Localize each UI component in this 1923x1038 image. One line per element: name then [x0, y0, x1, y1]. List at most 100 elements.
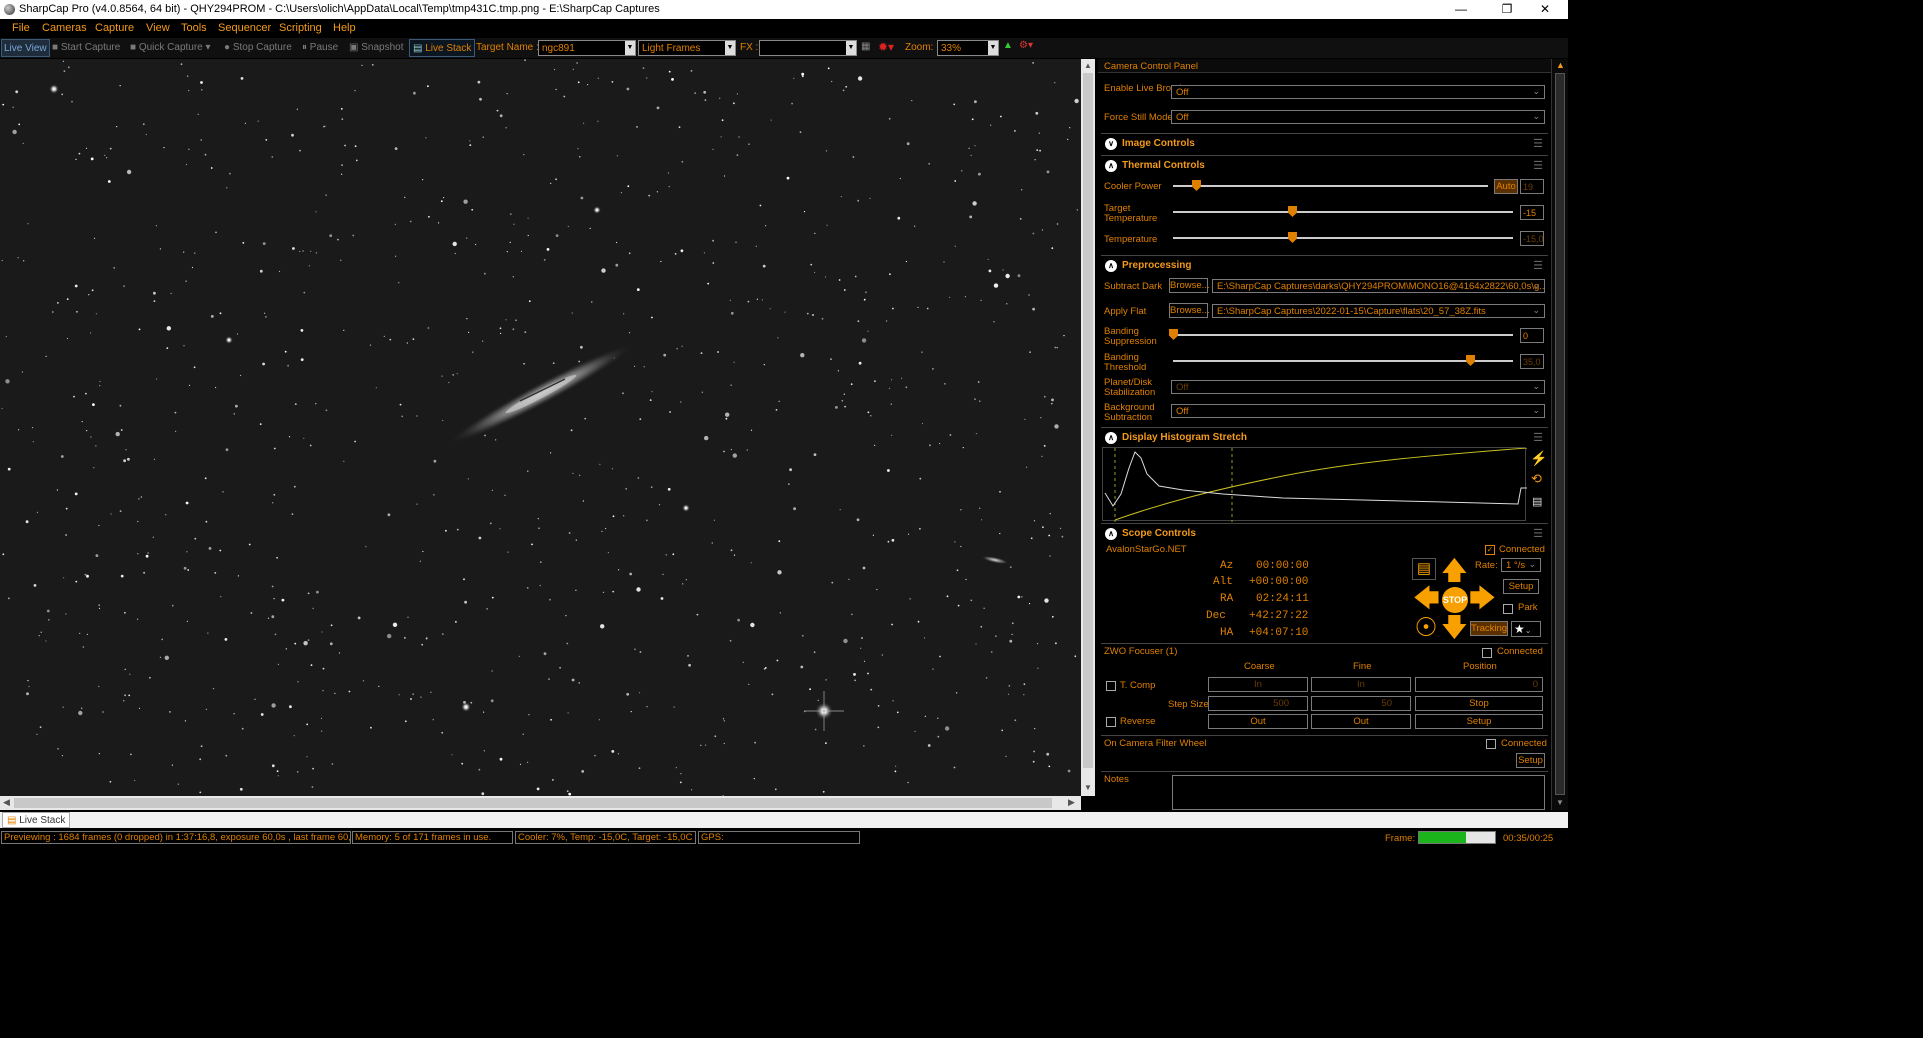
start-capture-button[interactable]: ■ Start Capture [52, 42, 120, 53]
collapse-icon[interactable]: ∧ [1105, 260, 1117, 272]
filter-wheel-setup-button[interactable]: Setup [1516, 753, 1545, 768]
camera-image[interactable] [0, 59, 1081, 796]
grid-icon[interactable]: ▦ [861, 41, 870, 52]
enable-live-broadcast-select[interactable]: Off ⌄ [1171, 85, 1545, 99]
menu-cameras[interactable]: Cameras [42, 22, 87, 34]
focuser-setup-button[interactable]: Setup [1415, 714, 1543, 729]
live-view-button[interactable]: Live View [1, 39, 50, 57]
menu-capture[interactable]: Capture [95, 22, 134, 34]
scope-connected-checkbox[interactable]: ✓ [1485, 545, 1495, 555]
fx-select[interactable]: ▼ [759, 40, 857, 56]
slider-thumb[interactable] [1169, 329, 1178, 340]
fine-out-button[interactable]: Out [1311, 714, 1411, 729]
lightning-icon[interactable]: ⚡ [1530, 450, 1547, 467]
background-subtraction-select[interactable]: Off ⌄ [1171, 404, 1545, 418]
close-button[interactable]: ✕ [1522, 0, 1568, 19]
snapshot-button[interactable]: ▣ Snapshot [349, 42, 404, 53]
cooler-auto-button[interactable]: Auto [1494, 179, 1518, 194]
save-icon[interactable]: ▤ [1532, 495, 1542, 508]
east-arrow-icon[interactable]: 🡆 [1469, 585, 1496, 611]
subtract-dark-select[interactable]: E:\SharpCap Captures\darks\QHY294PROM\MO… [1212, 279, 1545, 293]
menu-view[interactable]: View [146, 22, 170, 34]
banding-threshold-slider[interactable] [1173, 360, 1513, 362]
panel-scrollbar[interactable]: ▲ ▼ [1551, 59, 1568, 810]
scroll-down-icon[interactable]: ▼ [1556, 798, 1564, 807]
menu-scripting[interactable]: Scripting [279, 22, 322, 34]
pause-button[interactable]: ⏸ Pause [302, 42, 338, 53]
collapse-icon[interactable]: ∧ [1105, 160, 1117, 172]
slider-thumb[interactable] [1466, 355, 1475, 366]
force-still-select[interactable]: Off ⌄ [1171, 110, 1545, 124]
focuser-stop-button[interactable]: Stop [1415, 696, 1543, 711]
fine-in-button[interactable]: In [1311, 677, 1411, 692]
scroll-left-icon[interactable]: ◀ [3, 797, 10, 808]
browse-dark-button[interactable]: Browse... [1169, 278, 1210, 293]
scroll-thumb[interactable] [14, 798, 1052, 808]
scope-controls-section[interactable]: ∧ Scope Controls ☰ [1101, 523, 1548, 543]
menu-help[interactable]: Help [333, 22, 356, 34]
histogram-graph[interactable] [1102, 447, 1528, 522]
goto-icon[interactable]: ▤ [1412, 558, 1436, 580]
rate-select[interactable]: 1 °/s ⌄ [1501, 558, 1541, 572]
scroll-thumb[interactable] [1083, 73, 1093, 768]
preprocessing-section[interactable]: ∧ Preprocessing ☰ [1101, 255, 1548, 275]
image-vertical-scrollbar[interactable]: ▲ ▼ [1081, 59, 1095, 796]
pin-icon[interactable]: ▲ [1556, 60, 1565, 70]
planet-stabilization-select[interactable]: Off ⌄ [1171, 380, 1545, 394]
scroll-right-icon[interactable]: ▶ [1068, 797, 1075, 808]
north-arrow-icon[interactable]: 🡅 [1441, 557, 1468, 583]
stop-capture-button[interactable]: ● Stop Capture [224, 42, 292, 53]
banding-threshold-value[interactable]: 35,0 [1520, 354, 1544, 369]
coarse-step-input[interactable]: 500 [1208, 696, 1308, 711]
coarse-out-button[interactable]: Out [1208, 714, 1308, 729]
thermal-controls-section[interactable]: ∧ Thermal Controls ☰ [1101, 155, 1548, 175]
quick-capture-button[interactable]: ■ Quick Capture ▾ [130, 42, 211, 53]
minimize-button[interactable]: — [1438, 0, 1484, 19]
collapse-icon[interactable]: ∧ [1105, 432, 1117, 444]
menu-file[interactable]: File [12, 22, 30, 34]
focuser-connected-checkbox[interactable] [1482, 648, 1492, 658]
menu-icon[interactable]: ☰ [1533, 259, 1543, 272]
target-temp-slider[interactable] [1173, 211, 1513, 213]
position-input[interactable]: 0 [1415, 677, 1543, 692]
filter-wheel-connected-checkbox[interactable] [1486, 739, 1496, 749]
frame-type-select[interactable]: Light Frames ▼ [638, 40, 736, 56]
histogram-section[interactable]: ∧ Display Histogram Stretch ☰ [1101, 427, 1548, 447]
tab-live-stack[interactable]: ▤ Live Stack [2, 812, 70, 828]
zoom-select[interactable]: 33% ▼ [937, 40, 999, 56]
reverse-checkbox[interactable] [1106, 717, 1116, 727]
menu-icon[interactable]: ☰ [1533, 159, 1543, 172]
scroll-up-icon[interactable]: ▲ [1084, 61, 1092, 70]
reticle-icon[interactable]: ✹▾ [878, 40, 894, 54]
collapse-icon[interactable]: ∧ [1105, 528, 1117, 540]
banding-suppression-slider[interactable] [1173, 334, 1513, 336]
park-checkbox[interactable] [1503, 604, 1513, 614]
menu-sequencer[interactable]: Sequencer [218, 22, 271, 34]
histogram-icon[interactable]: ▲ [1003, 40, 1013, 51]
target-temp-value[interactable]: -15 [1520, 205, 1544, 220]
expand-icon[interactable]: ∨ [1105, 138, 1117, 150]
target-name-input[interactable]: ngc891 ▼ [538, 40, 636, 56]
reset-icon[interactable]: ⟲ [1531, 471, 1542, 487]
tracking-button[interactable]: Tracking [1470, 621, 1508, 636]
coarse-in-button[interactable]: In [1208, 677, 1308, 692]
fine-step-input[interactable]: 50 [1311, 696, 1411, 711]
menu-icon[interactable]: ☰ [1533, 431, 1543, 444]
west-arrow-icon[interactable]: 🡄 [1413, 585, 1440, 611]
scroll-thumb[interactable] [1555, 73, 1565, 795]
stop-button[interactable]: STOP [1442, 587, 1468, 613]
browse-flat-button[interactable]: Browse... [1169, 303, 1210, 318]
slider-thumb[interactable] [1288, 206, 1297, 217]
live-stack-button[interactable]: ▤ Live Stack [409, 39, 476, 57]
menu-icon[interactable]: ☰ [1533, 137, 1543, 150]
scroll-down-icon[interactable]: ▼ [1084, 783, 1092, 792]
target-icon[interactable]: ☉ [1413, 614, 1439, 640]
cooler-power-slider[interactable] [1173, 185, 1488, 187]
menu-icon[interactable]: ☰ [1533, 527, 1543, 540]
apply-flat-select[interactable]: E:\SharpCap Captures\2022-01-15\Capture\… [1212, 304, 1545, 318]
focus-assist-icon[interactable]: ⚙▾ [1019, 40, 1033, 51]
image-horizontal-scrollbar[interactable]: ◀ ▶ [0, 796, 1081, 810]
star-icon[interactable]: ★⌄ [1511, 621, 1541, 637]
slider-thumb[interactable] [1192, 180, 1201, 191]
south-arrow-icon[interactable]: 🡇 [1441, 614, 1468, 640]
